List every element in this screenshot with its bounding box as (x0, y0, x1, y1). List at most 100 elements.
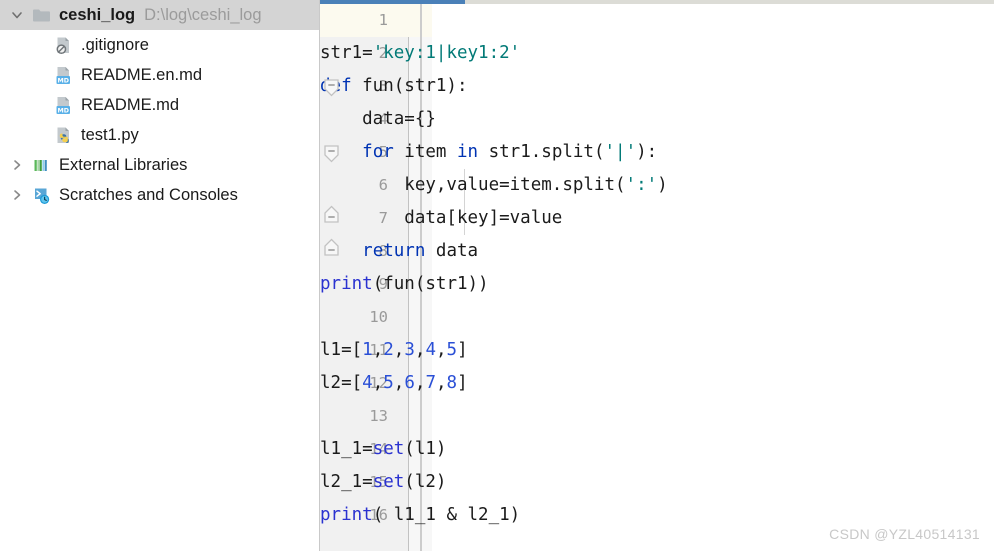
code-token: , (435, 373, 447, 393)
editor-top-strip (320, 0, 994, 4)
code-token: , (435, 340, 447, 360)
code-token: in (456, 142, 479, 162)
code-token: str1= (320, 43, 373, 63)
project-root-path: D:\log\ceshi_log (144, 5, 262, 24)
markdown-file-icon: MD (50, 66, 76, 85)
code-token: 3 (404, 340, 415, 360)
line-number: 1 (378, 11, 388, 29)
code-line: key,value=item.split(':') (320, 169, 668, 202)
ide-window: ceshi_log D:\log\ceshi_log .gitignore MD… (0, 0, 994, 551)
fold-collapse-start-icon[interactable] (324, 79, 339, 97)
code-line: str1='key:1|key1:2' (320, 37, 520, 70)
code-line: l1=[1,2,3,4,5] (320, 334, 468, 367)
svg-text:MD: MD (57, 107, 69, 114)
tree-row-readme-md[interactable]: MD README.md (0, 90, 319, 120)
code-line: l2_1=set(l2) (320, 466, 446, 499)
code-token: 4 (362, 373, 373, 393)
code-line: l1_1=set(l1) (320, 433, 446, 466)
code-line: return data (320, 235, 478, 268)
code-token: (l1) (404, 439, 447, 459)
tree-item-label: .gitignore (81, 35, 149, 54)
gitignore-file-icon (50, 36, 76, 55)
code-token: ( l1_1 & l2_1) (372, 505, 521, 525)
code-line: print(fun(str1)) (320, 268, 489, 301)
code-token: l2_1= (320, 472, 373, 492)
code-editor[interactable]: 1 2 3 4 5 6 7 8 9 10 11 12 13 14 15 16 s… (320, 0, 994, 551)
code-token: l1=[ (320, 340, 363, 360)
project-root-label: ceshi_log (59, 5, 136, 24)
csdn-watermark: CSDN @YZL40514131 (829, 526, 980, 542)
code-line: def fun(str1): (320, 70, 468, 103)
code-token: , (414, 340, 426, 360)
editor-progress-fill (320, 0, 465, 4)
fold-collapse-end-icon[interactable] (324, 238, 339, 256)
code-token: ): (636, 142, 658, 162)
code-token: print (320, 274, 373, 294)
code-token: ) (657, 175, 668, 195)
tree-row-gitignore[interactable]: .gitignore (0, 30, 319, 60)
code-token: 2 (383, 340, 394, 360)
code-token: set (372, 472, 405, 492)
tree-item-label: External Libraries (59, 155, 188, 174)
tree-item-label: README.en.md (81, 65, 203, 84)
fold-collapse-start-icon[interactable] (324, 145, 339, 163)
tree-item-label: Scratches and Consoles (59, 185, 238, 204)
tree-item-label: README.md (81, 95, 180, 114)
python-file-icon (50, 126, 76, 145)
code-token: 7 (425, 373, 436, 393)
code-token: 5 (383, 373, 394, 393)
code-token: data[key]=value (320, 208, 563, 228)
code-line: for item in str1.split('|'): (320, 136, 657, 169)
tree-row-external-libraries[interactable]: External Libraries (0, 150, 319, 180)
code-token: (fun(str1)) (372, 274, 489, 294)
code-token: data (425, 241, 479, 261)
project-tree-panel[interactable]: ceshi_log D:\log\ceshi_log .gitignore MD… (0, 0, 320, 551)
code-token: , (393, 340, 405, 360)
code-line: l2=[4,5,6,7,8] (320, 367, 468, 400)
code-token: item (393, 142, 457, 162)
scratches-consoles-icon (28, 186, 54, 205)
code-text-area[interactable] (432, 0, 994, 551)
code-token: , (372, 340, 384, 360)
chevron-right-icon[interactable] (6, 188, 28, 202)
code-token: ] (457, 373, 468, 393)
markdown-file-icon: MD (50, 96, 76, 115)
code-token: 1 (362, 340, 373, 360)
code-token: data={} (320, 109, 436, 129)
svg-text:MD: MD (57, 77, 69, 84)
code-token: 6 (404, 373, 415, 393)
code-token: , (372, 373, 384, 393)
tree-row-scratches-and-consoles[interactable]: Scratches and Consoles (0, 180, 319, 210)
code-line: print( l1_1 & l2_1) (320, 499, 520, 532)
external-libraries-icon (28, 156, 54, 175)
tree-row-project-root[interactable]: ceshi_log D:\log\ceshi_log (0, 0, 319, 30)
code-line: data[key]=value (320, 202, 562, 235)
tree-item-label: test1.py (81, 125, 139, 144)
code-token: 5 (446, 340, 458, 360)
chevron-right-icon[interactable] (6, 158, 28, 172)
code-token: set (372, 439, 405, 459)
line-number: 13 (369, 407, 388, 425)
code-token: (l2) (404, 472, 447, 492)
folder-icon (28, 7, 54, 24)
code-line: data={} (320, 103, 436, 136)
code-token: fun(str1): (351, 76, 468, 96)
code-token: print (320, 505, 373, 525)
line-number: 10 (369, 308, 388, 326)
tree-row-readme-en-md[interactable]: MD README.en.md (0, 60, 319, 90)
code-token: 8 (446, 373, 458, 393)
code-token: for (362, 142, 394, 162)
code-token: return (362, 241, 426, 261)
fold-collapse-end-icon[interactable] (324, 205, 339, 223)
tree-row-test1-py[interactable]: test1.py (0, 120, 319, 150)
code-token: key,value=item.split( (320, 175, 626, 195)
code-token: 4 (425, 340, 436, 360)
code-token: , (414, 373, 426, 393)
code-token: , (393, 373, 405, 393)
code-token: l1_1= (320, 439, 373, 459)
code-token: '|' (604, 142, 637, 162)
code-token: str1.split( (478, 142, 605, 162)
code-token: ] (457, 340, 468, 360)
code-token: ':' (625, 175, 658, 195)
chevron-down-icon[interactable] (6, 8, 28, 22)
